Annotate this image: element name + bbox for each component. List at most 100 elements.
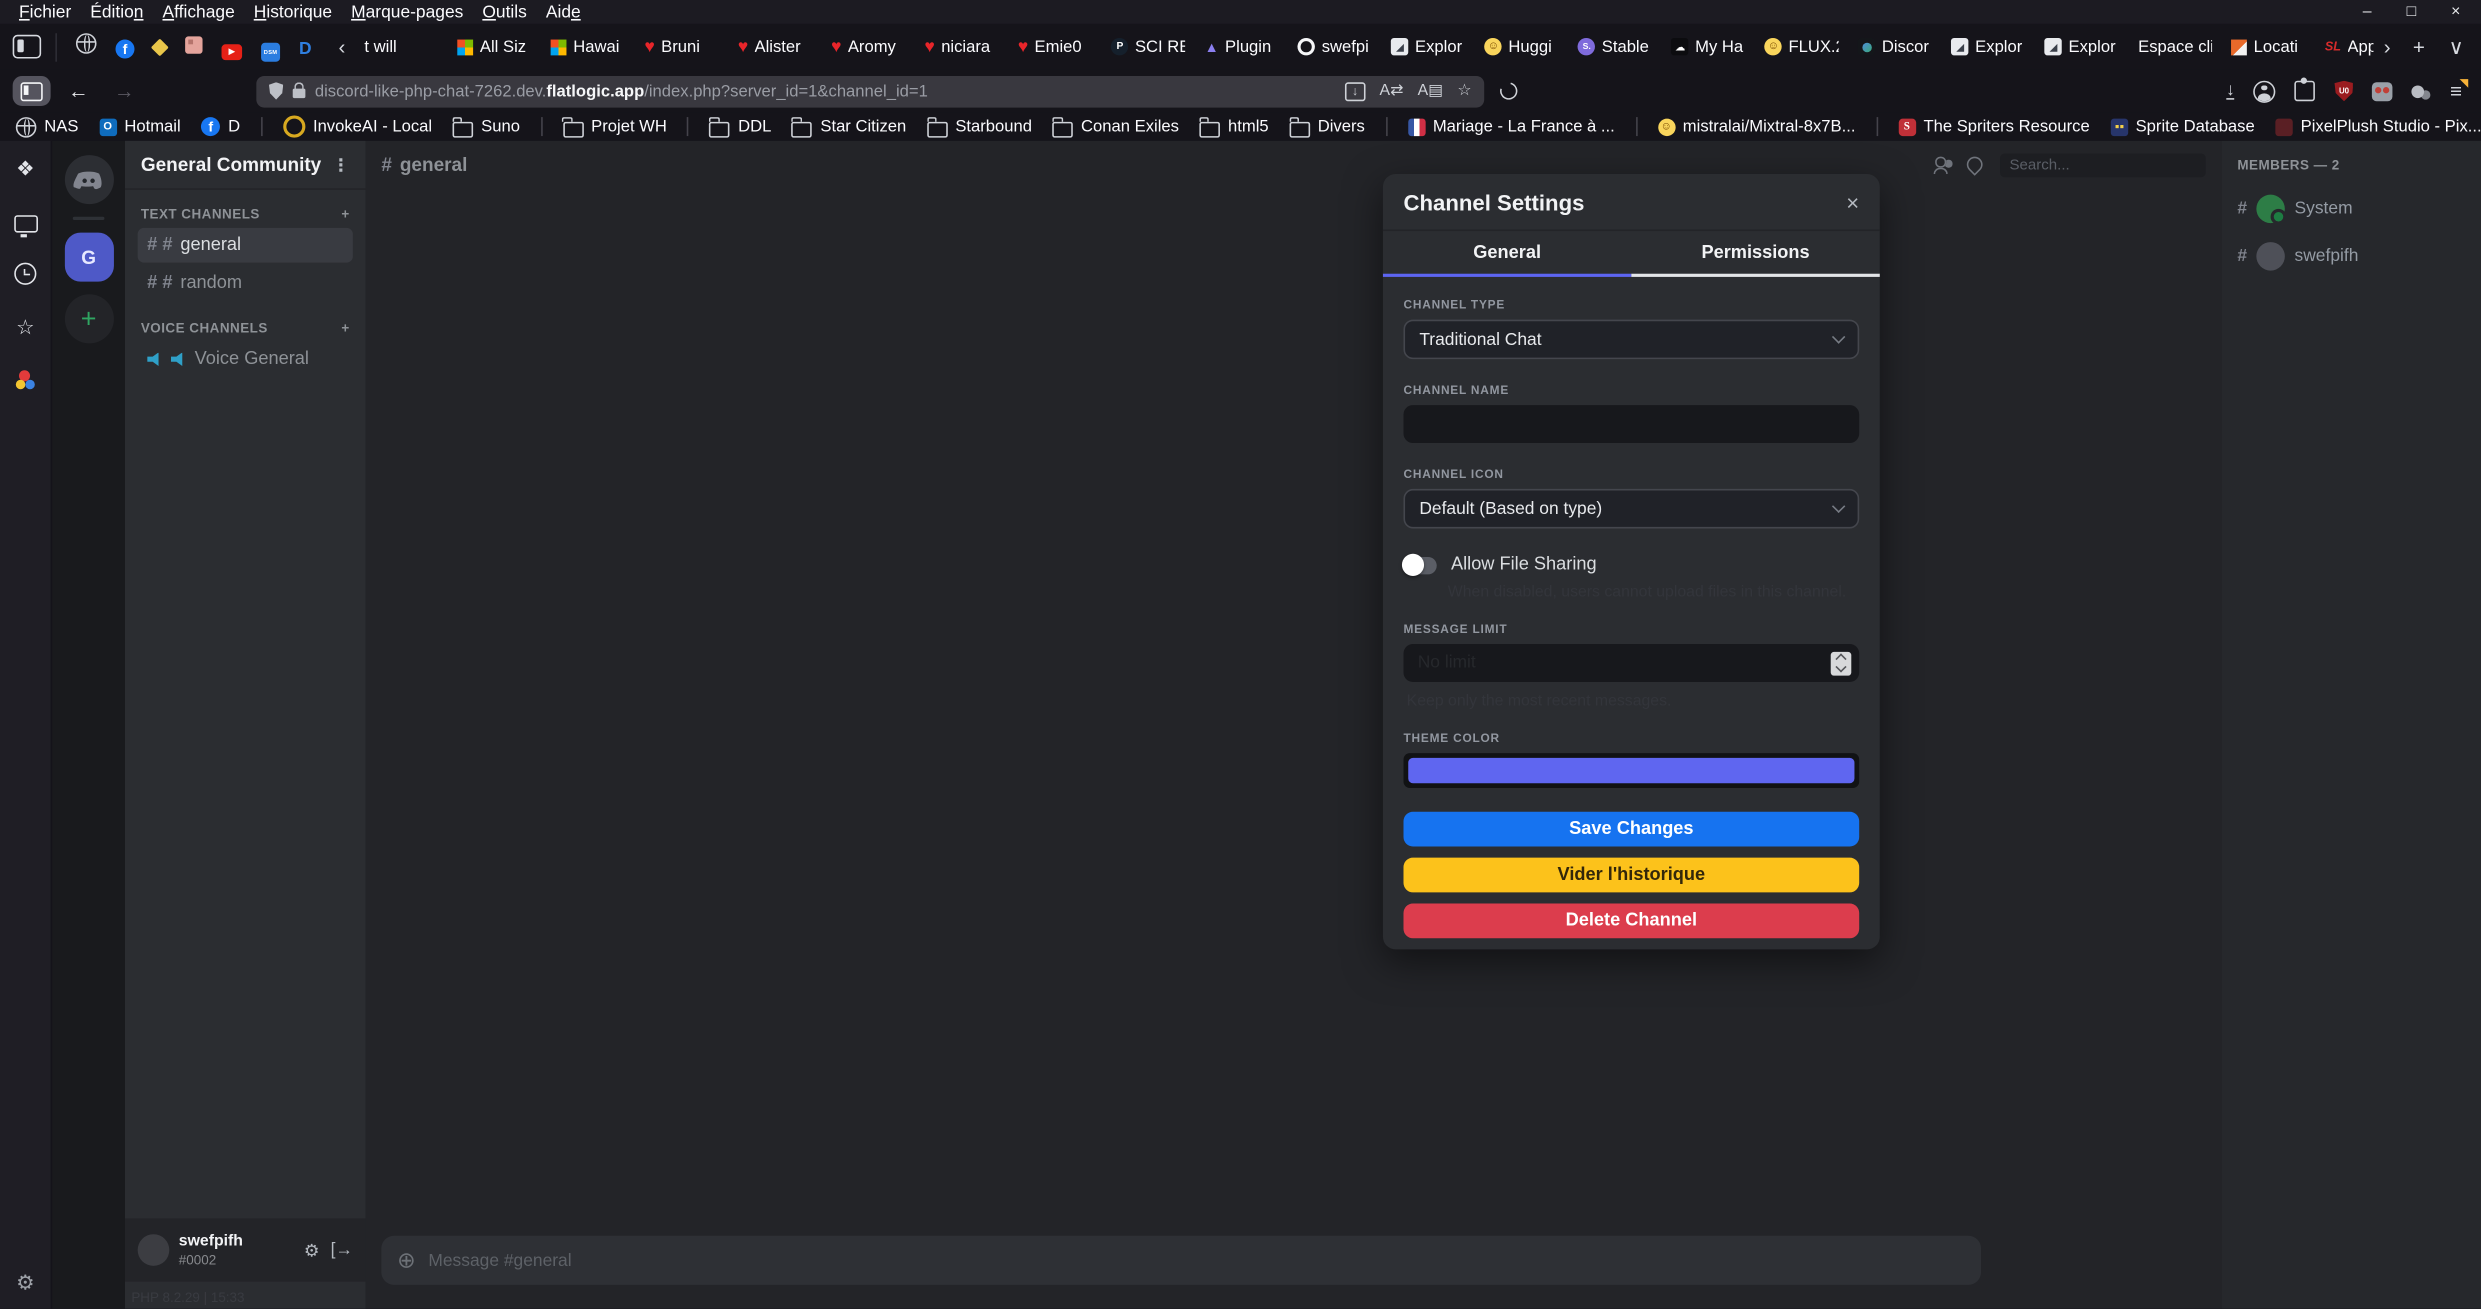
menu-historique[interactable]: Historique: [244, 1, 341, 23]
bookmark-pixelplushstudiopix[interactable]: PixelPlush Studio - Pix...: [2275, 117, 2481, 136]
member-swefpifh[interactable]: #swefpifh: [2234, 236, 2468, 277]
tab-allsiz[interactable]: All Siz: [450, 29, 540, 64]
bookmark-d[interactable]: fD: [201, 117, 240, 136]
member-system[interactable]: #System: [2234, 188, 2468, 229]
tab-stable[interactable]: S.Stable: [1570, 29, 1660, 64]
discord-logo-icon[interactable]: [64, 155, 113, 204]
reload-icon[interactable]: [1497, 79, 1521, 103]
settings-gear-icon[interactable]: ⚙: [16, 1271, 34, 1296]
tab-explor[interactable]: ◢Explor: [1383, 29, 1473, 64]
logout-icon[interactable]: [→: [331, 1240, 353, 1261]
modal-close-icon[interactable]: ×: [1846, 190, 1859, 215]
screen-icon[interactable]: [13, 215, 37, 232]
tab-swefpi[interactable]: swefpi: [1290, 29, 1380, 64]
downloads-icon[interactable]: ↓: [2226, 82, 2235, 99]
sidebar-toggle-button[interactable]: [13, 76, 51, 106]
pinned-tab-youtube[interactable]: ▶: [222, 32, 243, 60]
tab-scire[interactable]: PSCI RE: [1103, 29, 1193, 64]
channel-type-select[interactable]: Traditional Chat: [1404, 320, 1860, 360]
tab-permissions[interactable]: Permissions: [1631, 231, 1879, 277]
bookmark-html5[interactable]: html5: [1200, 116, 1269, 137]
add-channel-button[interactable]: +: [341, 206, 349, 222]
message-limit-input[interactable]: [1404, 644, 1860, 682]
tab-alister[interactable]: ♥Alister: [730, 29, 820, 64]
channel-name-input[interactable]: [1404, 405, 1860, 443]
bookmark-suno[interactable]: Suno: [453, 116, 520, 137]
bookmark-starbound[interactable]: Starbound: [927, 116, 1032, 137]
menu-affichage[interactable]: Affichage: [153, 1, 244, 23]
add-channel-button[interactable]: +: [341, 320, 349, 336]
menu-dition[interactable]: Édition: [81, 1, 153, 23]
tab-discor[interactable]: Discor: [1850, 29, 1940, 64]
pinned-tab-facebook[interactable]: f: [116, 32, 135, 60]
containers-icon[interactable]: [2412, 85, 2425, 98]
scroll-tabs-right-button[interactable]: ›: [2374, 35, 2400, 59]
close-button[interactable]: ×: [2437, 0, 2475, 24]
firefox-view-icon[interactable]: [13, 35, 41, 59]
forward-button[interactable]: →: [106, 79, 142, 103]
bookmark-nas[interactable]: NAS: [16, 116, 79, 137]
monkey-extension-icon[interactable]: [2373, 81, 2394, 100]
bookmarks-star-icon[interactable]: ☆: [16, 315, 34, 340]
lock-icon[interactable]: [293, 89, 306, 98]
delete-channel-button[interactable]: Delete Channel: [1404, 903, 1860, 938]
tab-explor[interactable]: ◢Explor: [2037, 29, 2127, 64]
add-server-button[interactable]: +: [64, 294, 113, 343]
pinned-tab-synology[interactable]: D: [299, 32, 312, 60]
tab-bruni[interactable]: ♥Bruni: [637, 29, 727, 64]
tab-plugin[interactable]: ▲Plugin: [1197, 29, 1287, 64]
user-settings-gear-icon[interactable]: ⚙: [304, 1240, 320, 1261]
menu-outils[interactable]: Outils: [473, 1, 536, 23]
bookmark-mistralaimixtral8x7b[interactable]: ☺mistralai/Mixtral-8x7B...: [1657, 117, 1855, 136]
url-bar[interactable]: discord-like-php-chat-7262.dev.flatlogic…: [256, 75, 1484, 107]
color-dots-icon[interactable]: [16, 370, 35, 389]
attach-plus-icon[interactable]: ⊕: [397, 1247, 416, 1274]
bookmark-invokeailocal[interactable]: InvokeAI - Local: [283, 116, 432, 138]
pinned-tab-bookmark[interactable]: [153, 32, 166, 60]
pinned-tab-sprite[interactable]: [185, 32, 202, 60]
server-header[interactable]: General Community ⋮: [125, 141, 366, 190]
menu-fichier[interactable]: Fichier: [9, 1, 80, 23]
tab-flux2[interactable]: ☺FLUX.2: [1757, 29, 1847, 64]
scroll-tabs-left-button[interactable]: ‹: [329, 35, 355, 59]
channel-item-random[interactable]: # #random: [138, 266, 353, 301]
bookmark-spritedatabase[interactable]: Sprite Database: [2110, 117, 2254, 136]
bookmark-conanexiles[interactable]: Conan Exiles: [1053, 116, 1179, 137]
channel-icon-select[interactable]: Default (Based on type): [1404, 489, 1860, 529]
bookmark-divers[interactable]: Divers: [1289, 116, 1365, 137]
pinned-tab-dsm[interactable]: DSM: [261, 32, 280, 60]
tab-aromy[interactable]: ♥Aromy: [823, 29, 913, 64]
menu-marquepages[interactable]: Marque-pages: [342, 1, 473, 23]
account-icon[interactable]: [2254, 80, 2276, 102]
number-spinner[interactable]: [1831, 651, 1852, 675]
pin-icon[interactable]: [1964, 153, 1986, 175]
list-tabs-button[interactable]: ∨: [2438, 34, 2475, 59]
file-sharing-toggle[interactable]: [1404, 556, 1437, 573]
message-input-bar[interactable]: ⊕ Message #general: [381, 1236, 1981, 1285]
bookmark-mariagelafrance[interactable]: Mariage - La France à ...: [1408, 117, 1615, 136]
tab-emie0[interactable]: ♥Emie0: [1010, 29, 1100, 64]
search-input[interactable]: [2000, 153, 2206, 177]
channel-item-general[interactable]: # #general: [138, 228, 353, 263]
tab-twill[interactable]: t will: [356, 29, 446, 64]
extensions-icon[interactable]: [2295, 81, 2316, 102]
minimize-button[interactable]: –: [2348, 0, 2386, 24]
bookmark-star-icon[interactable]: ☆: [1457, 82, 1471, 99]
server-menu-icon[interactable]: ⋮: [332, 154, 349, 175]
menu-hamburger-icon[interactable]: ≡: [2450, 81, 2462, 100]
tab-huggi[interactable]: ☺Huggi: [1477, 29, 1567, 64]
server-icon-general[interactable]: G: [64, 233, 113, 282]
bookmark-ddl[interactable]: DDL: [710, 116, 772, 137]
ai-chatbot-icon[interactable]: ❖: [16, 157, 34, 182]
tab-explor[interactable]: ◢Explor: [1944, 29, 2034, 64]
maximize-button[interactable]: □: [2392, 0, 2430, 24]
pinned-tab-globe[interactable]: [76, 32, 97, 60]
tab-locati[interactable]: Locati: [2224, 29, 2314, 64]
tab-appar[interactable]: SLAppar: [2317, 29, 2373, 64]
theme-color-input[interactable]: [1404, 753, 1860, 788]
back-button[interactable]: ←: [60, 79, 96, 103]
bookmark-hotmail[interactable]: OHotmail: [99, 117, 181, 136]
save-changes-button[interactable]: Save Changes: [1404, 812, 1860, 847]
clear-history-button[interactable]: Vider l'historique: [1404, 858, 1860, 893]
bookmark-starcitizen[interactable]: Star Citizen: [792, 116, 906, 137]
